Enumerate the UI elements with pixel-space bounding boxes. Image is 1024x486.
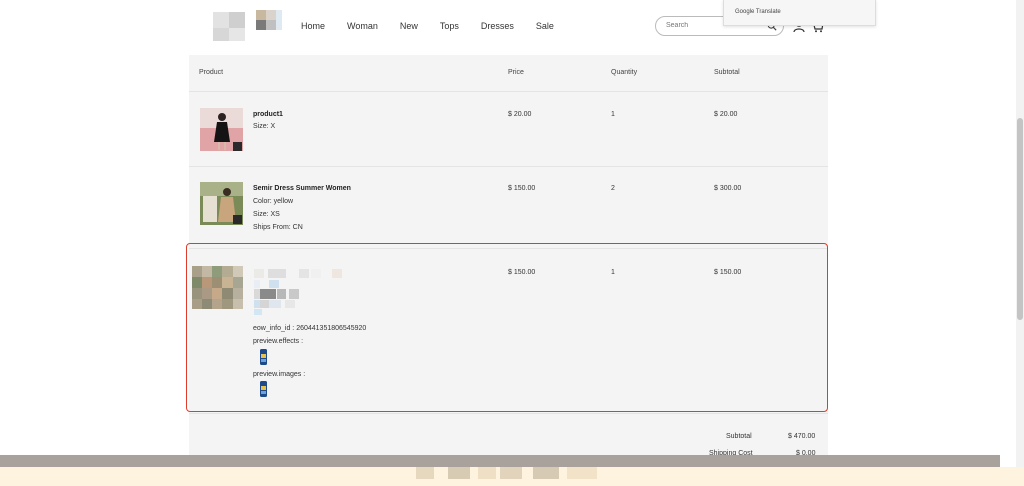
summary-subtotal-label: Subtotal	[726, 433, 752, 440]
product-name[interactable]: product1	[253, 111, 283, 118]
header-quantity: Quantity	[611, 69, 638, 76]
item-subtotal: $ 20.00	[714, 111, 738, 118]
item-price: $ 20.00	[508, 111, 532, 118]
cart-row: product1 Size: X $ 20.00 1 $ 20.00	[189, 92, 828, 167]
item-quantity: 2	[611, 185, 615, 192]
nav-tops[interactable]: Tops	[440, 21, 459, 31]
cart-row: Semir Dress Summer Women Color: yellow S…	[189, 167, 828, 249]
product-size: Size: X	[253, 123, 276, 130]
summary-subtotal-value: $ 470.00	[788, 433, 816, 440]
translate-label: Google Translate	[735, 9, 781, 15]
google-translate-popup: Google Translate	[723, 0, 876, 26]
item-subtotal: $ 300.00	[714, 185, 742, 192]
site-logo[interactable]	[210, 8, 284, 44]
nav-dresses[interactable]: Dresses	[481, 21, 514, 31]
bottom-banner	[0, 467, 1024, 486]
header-product: Product	[199, 69, 224, 76]
bottom-overlay-bar	[0, 455, 1000, 467]
product-color: Color: yellow	[253, 198, 294, 205]
header-subtotal: Subtotal	[714, 69, 740, 76]
scrollbar-thumb[interactable]	[1017, 118, 1023, 320]
product-thumbnail[interactable]	[200, 182, 243, 225]
nav-home[interactable]: Home	[301, 21, 325, 31]
product-thumbnail[interactable]	[200, 108, 243, 151]
product-size: Size: XS	[253, 211, 280, 218]
product-ships-from: Ships From: CN	[253, 224, 303, 231]
nav-new[interactable]: New	[400, 21, 418, 31]
item-price: $ 150.00	[508, 185, 536, 192]
cart-header-row: Product Price Quantity Subtotal	[189, 55, 828, 92]
product-name[interactable]: Semir Dress Summer Women	[253, 185, 351, 192]
header-price: Price	[508, 69, 524, 76]
nav-sale[interactable]: Sale	[536, 21, 554, 31]
main-nav: Home Woman New Tops Dresses Sale	[301, 21, 576, 31]
page-scrollbar[interactable]	[1016, 0, 1024, 486]
highlighted-cart-item	[186, 243, 828, 412]
item-quantity: 1	[611, 111, 615, 118]
nav-woman[interactable]: Woman	[347, 21, 378, 31]
